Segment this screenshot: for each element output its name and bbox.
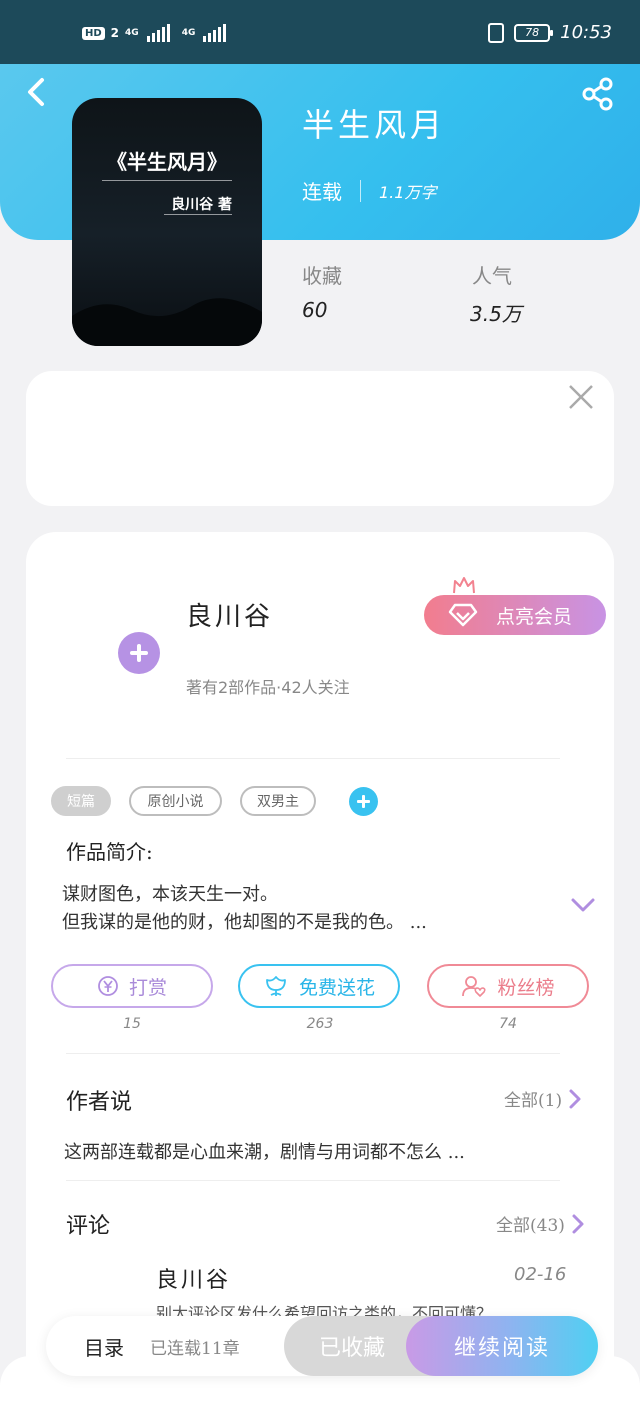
intro-label: 作品简介: <box>66 840 153 864</box>
collect-value: 60 <box>302 298 328 322</box>
status-left: HD 2 4G 4G <box>82 24 227 42</box>
intro-line-2: 但我谋的是他的财，他却图的不是我的色。 ... <box>62 912 427 933</box>
toc-button[interactable]: 目录 <box>84 1332 124 1361</box>
moon-icon <box>194 220 207 236</box>
crown-icon <box>453 577 475 594</box>
vip-button[interactable]: 点亮会员 <box>424 595 606 635</box>
divider <box>66 1180 560 1181</box>
word-count: 1.1万字 <box>379 182 437 202</box>
add-tag-button[interactable] <box>349 787 378 816</box>
chevron-right-icon <box>572 1214 584 1233</box>
popularity-value: 3.5万 <box>470 302 522 326</box>
author-says-more-label: 全部(1) <box>504 1091 563 1111</box>
close-icon[interactable] <box>566 382 596 412</box>
serial-status: 连载 <box>302 180 342 204</box>
book-title: 半生风月 <box>302 106 447 144</box>
network-label-2: 4G <box>181 28 196 38</box>
cover-rule <box>102 180 232 181</box>
author-summary: 著有2部作品·42人关注 <box>186 678 350 697</box>
clock: 10:53 <box>560 22 612 43</box>
comments-more-link[interactable]: 全部(43) <box>496 1211 585 1236</box>
author-says-title: 作者说 <box>66 1090 133 1115</box>
continue-reading-button[interactable]: 继续阅读 <box>406 1316 598 1376</box>
collect-label: 收藏 <box>302 264 342 288</box>
cover-title: 《半生风月》 <box>107 150 227 174</box>
cover-hills <box>72 298 262 346</box>
comment-username[interactable]: 良川谷 <box>156 1262 231 1294</box>
back-arrow-icon[interactable] <box>22 76 50 108</box>
comment-date: 02-16 <box>514 1264 567 1285</box>
fan-count: 74 <box>499 1016 517 1032</box>
signal-icon <box>146 24 170 42</box>
vip-button-label: 点亮会员 <box>496 605 573 628</box>
divider <box>66 758 560 759</box>
tag-item[interactable]: 短篇 <box>51 786 111 816</box>
author-says-text[interactable]: 这两部连载都是心血来潮，剧情与用词都不怎么 ... <box>64 1138 465 1164</box>
status-right: 78 10:53 <box>488 22 612 43</box>
tip-count: 15 <box>123 1016 141 1032</box>
hd-badge: HD <box>82 26 105 40</box>
diamond-icon <box>448 603 478 627</box>
chevron-right-icon <box>569 1089 581 1108</box>
comments-more-label: 全部(43) <box>496 1216 565 1236</box>
collected-label: 已收藏 <box>318 1336 385 1361</box>
send-flower-label: 免费送花 <box>298 976 375 999</box>
share-icon[interactable] <box>580 76 616 112</box>
book-meta: 连载 1.1万字 <box>302 176 436 205</box>
send-flower-button[interactable]: 免费送花 <box>238 964 400 1008</box>
tag-item[interactable]: 双男主 <box>240 786 316 816</box>
network-label-1: 4G <box>125 28 139 38</box>
author-name[interactable]: 良川谷 <box>186 596 273 633</box>
ad-banner <box>26 371 614 506</box>
cover-author: 良川谷 著 <box>171 197 232 213</box>
comments-title: 评论 <box>66 1214 111 1239</box>
vibrate-icon <box>488 22 505 43</box>
popularity-label: 人气 <box>472 264 512 288</box>
intro-line-1: 谋财图色，本该天生一对。 <box>62 884 278 905</box>
signal-icon-2 <box>203 24 227 42</box>
fan-ranking-label: 粉丝榜 <box>497 976 555 999</box>
sim-indicator: 2 <box>110 26 120 40</box>
tip-button[interactable]: 打赏 <box>51 964 213 1008</box>
flower-count: 263 <box>306 1016 334 1032</box>
meta-divider <box>360 179 361 202</box>
battery-icon: 78 <box>514 23 554 42</box>
cover-rule-2 <box>164 214 232 215</box>
author-says-more-link[interactable]: 全部(1) <box>504 1086 582 1111</box>
continue-reading-label: 继续阅读 <box>453 1336 550 1361</box>
status-bar: HD 2 4G 4G 78 10:53 <box>0 0 640 64</box>
fan-heart-icon <box>462 976 487 997</box>
chevron-down-icon[interactable] <box>570 896 596 914</box>
toc-chapter-count[interactable]: 已连载11章 <box>150 1334 240 1359</box>
book-cover[interactable]: 《半生风月》 良川谷 著 <box>72 98 262 346</box>
fan-ranking-button[interactable]: 粉丝榜 <box>427 964 589 1008</box>
yen-coin-icon <box>98 976 118 996</box>
follow-author-button[interactable] <box>118 632 160 674</box>
tag-item[interactable]: 原创小说 <box>129 786 222 816</box>
tip-button-label: 打赏 <box>128 976 167 999</box>
divider <box>66 1053 560 1054</box>
flower-icon <box>266 976 286 996</box>
